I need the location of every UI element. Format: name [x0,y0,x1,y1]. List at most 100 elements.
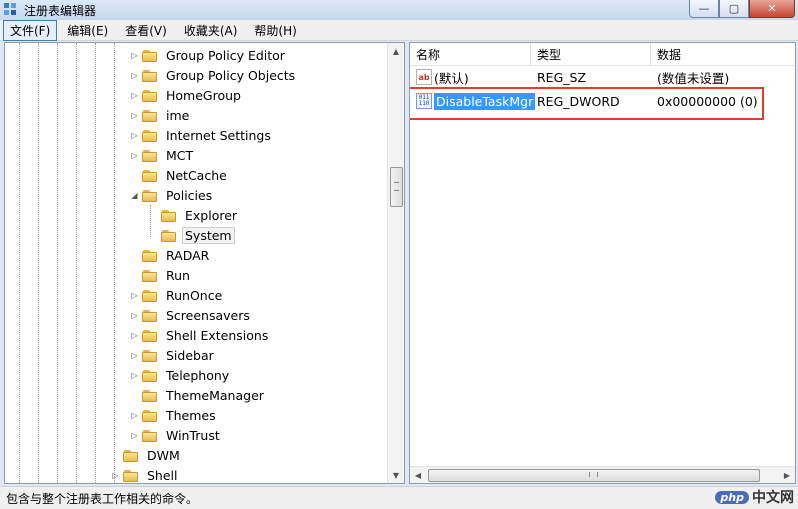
tree-node[interactable]: ThemeManager [130,385,267,405]
tree-node-label: Policies [166,187,213,203]
collapsed-arrow-icon[interactable]: ▷ [130,151,139,160]
folder-icon [142,349,158,362]
tree-node-label: Group Policy Objects [166,67,296,83]
tree-guide-line [38,43,39,483]
scroll-down-arrow-icon[interactable]: ▼ [388,467,404,483]
string-value-icon: ab [416,69,432,85]
tree-node[interactable]: System [149,225,235,245]
regedit-app-icon [4,3,16,15]
tree-node-label: Explorer [185,207,238,223]
folder-icon [142,189,158,202]
watermark-badge: php [715,490,749,504]
menu-help[interactable]: 帮助(H) [247,20,303,41]
tree-node-label: ime [166,107,190,123]
tree-node[interactable]: ◢ Policies [130,185,215,205]
tree-node-label: DWM [147,447,180,463]
tree-guide-line [57,43,58,483]
tree-node[interactable]: ▷ MCT [130,145,196,165]
collapsed-arrow-icon[interactable]: ▷ [130,431,139,440]
folder-icon [142,389,158,402]
collapsed-arrow-icon[interactable]: ▷ [130,291,139,300]
tree-node[interactable]: Explorer [149,205,240,225]
tree-node[interactable]: DWM [111,445,183,465]
tree-node[interactable]: ▷ HomeGroup [130,85,244,105]
tree-node-label: Shell [147,467,178,483]
tree-vertical-scrollbar[interactable]: ▲ ▼ [387,43,404,483]
expanded-arrow-icon[interactable]: ◢ [130,191,139,200]
scroll-thumb[interactable] [428,469,760,482]
window-title: 注册表编辑器 [24,4,97,18]
tree-node[interactable]: ▷ Screensavers [130,305,253,325]
collapsed-arrow-icon[interactable]: ▷ [130,111,139,120]
php-watermark-logo: php 中文网 [715,487,794,507]
folder-icon [123,449,139,462]
column-header-name[interactable]: 名称 [410,43,531,65]
folder-icon [142,309,158,322]
menu-view[interactable]: 查看(V) [118,20,174,41]
tree-node[interactable]: Run [130,265,193,285]
minimize-button[interactable]: — [689,0,719,18]
collapsed-arrow-icon[interactable]: ▷ [130,51,139,60]
value-row[interactable]: ab (默认) REG_SZ (数值未设置) [410,67,795,87]
tree-node[interactable]: ▷ Themes [130,405,219,425]
tree-node-label: Internet Settings [166,127,271,143]
values-horizontal-scrollbar[interactable]: ◀ ▶ [410,466,795,483]
tree-node[interactable]: NetCache [130,165,230,185]
collapsed-arrow-icon[interactable]: ▷ [111,471,120,480]
tree-node-label: WinTrust [166,427,220,443]
menu-favorites[interactable]: 收藏夹(A) [177,20,245,41]
collapsed-arrow-icon[interactable]: ▷ [130,91,139,100]
header-divider [410,65,795,66]
scroll-right-arrow-icon[interactable]: ▶ [779,467,795,483]
tree-node-label: Shell Extensions [166,327,269,343]
tree-node[interactable]: ▷ Shell Extensions [130,325,271,345]
tree-guide-line [19,43,20,483]
tree-node[interactable]: ▷ Sidebar [130,345,217,365]
value-data: (数值未设置) [657,70,730,86]
tree-node-label: Run [166,267,190,283]
folder-icon [142,49,158,62]
tree-node[interactable]: ▷ Internet Settings [130,125,274,145]
collapsed-arrow-icon[interactable]: ▷ [130,371,139,380]
collapsed-arrow-icon[interactable]: ▷ [130,411,139,420]
red-highlight-annotation [410,87,764,120]
menu-file[interactable]: 文件(F) [3,19,58,41]
folder-icon [123,469,139,482]
tree-node[interactable]: ▷ Group Policy Editor [130,45,288,65]
tree-node[interactable]: ▷ Telephony [130,365,232,385]
scroll-up-arrow-icon[interactable]: ▲ [388,43,404,59]
tree-node[interactable]: ▷ WinTrust [130,425,223,445]
tree-guide-line [95,43,96,483]
folder-icon [142,269,158,282]
status-text: 包含与整个注册表工作相关的命令。 [6,491,199,506]
close-button[interactable]: ✕ [749,0,795,18]
tree-node[interactable]: ▷ Group Policy Objects [130,65,298,85]
scroll-thumb[interactable] [390,167,403,207]
tree-node-label: Screensavers [166,307,250,323]
tree-node-label: Telephony [166,367,230,383]
collapsed-arrow-icon[interactable]: ▷ [130,331,139,340]
menu-edit[interactable]: 编辑(E) [60,20,115,41]
column-header-data[interactable]: 数据 [651,43,795,65]
column-header-type[interactable]: 类型 [531,43,651,65]
maximize-button[interactable]: ▢ [719,0,749,18]
collapsed-arrow-icon[interactable]: ▷ [130,71,139,80]
tree-node[interactable]: RADAR [130,245,212,265]
key-tree-pane[interactable]: ▷ Group Policy Editor ▷ Group Policy Object… [4,42,405,484]
collapsed-arrow-icon[interactable]: ▷ [130,351,139,360]
tree-node-label: System [182,226,235,244]
tree-node-label: Group Policy Editor [166,47,285,63]
tree-node[interactable]: ▷ ime [130,105,192,125]
folder-icon [142,369,158,382]
tree-node-label: HomeGroup [166,87,241,103]
tree-node[interactable]: ▷ Shell [111,465,181,483]
collapsed-arrow-icon[interactable]: ▷ [130,311,139,320]
collapsed-arrow-icon[interactable]: ▷ [130,131,139,140]
folder-icon [142,409,158,422]
folder-icon [161,209,177,222]
values-list-pane[interactable]: 名称 类型 数据 ab (默认) REG_SZ (数值未设置) 011 110 D… [409,42,796,484]
folder-icon [142,149,158,162]
tree-node[interactable]: ▷ RunOnce [130,285,225,305]
folder-icon [142,429,158,442]
scroll-left-arrow-icon[interactable]: ◀ [410,467,426,483]
